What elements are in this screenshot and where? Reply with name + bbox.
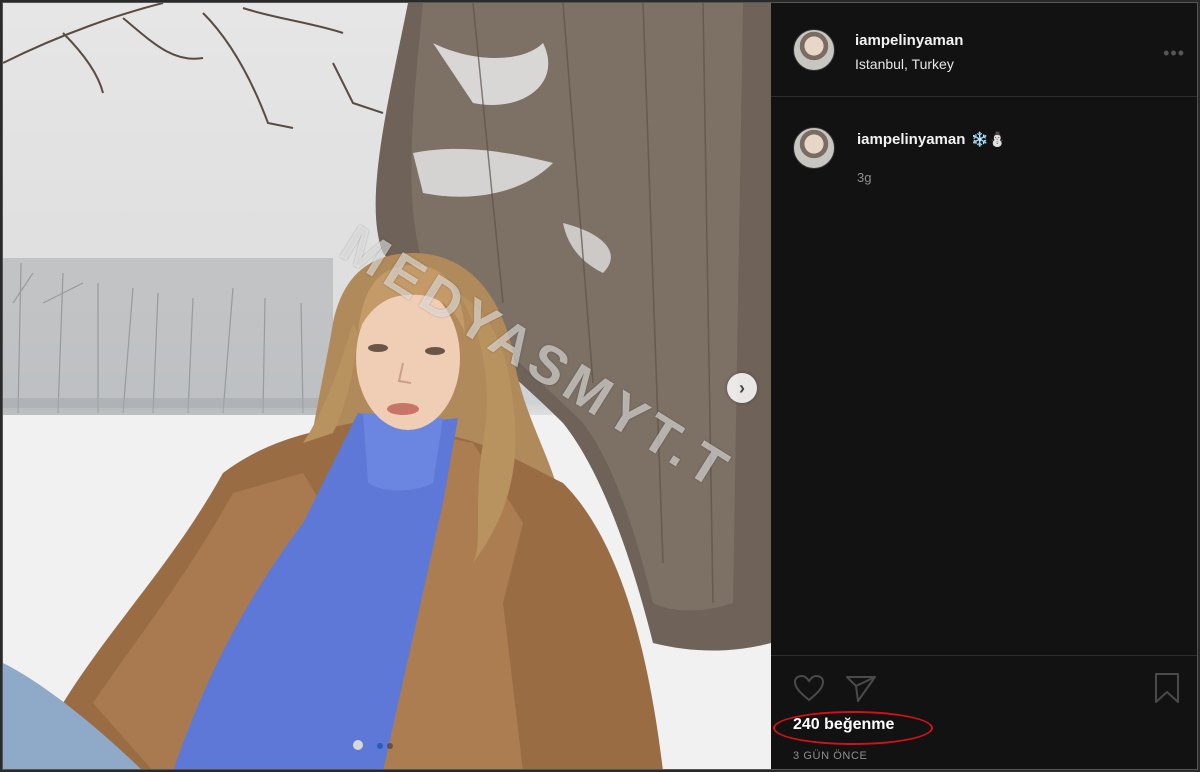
post-header: iampelinyaman Istanbul, Turkey •••: [771, 3, 1197, 97]
caption-emojis: ❄️⛄: [971, 131, 1007, 147]
caption-username[interactable]: iampelinyaman: [857, 131, 965, 148]
bookmark-icon[interactable]: [1153, 672, 1181, 709]
caption-avatar[interactable]: [793, 127, 835, 169]
chevron-right-icon[interactable]: ›: [727, 373, 757, 403]
post-side-panel: iampelinyaman Istanbul, Turkey ••• iampe…: [771, 3, 1197, 769]
photo-illustration: [3, 3, 771, 769]
caption-timestamp: 3g: [857, 170, 872, 185]
carousel-dot-active: [377, 743, 383, 749]
header-location[interactable]: Istanbul, Turkey: [855, 56, 954, 72]
carousel-dot: [387, 743, 393, 749]
caption-username-row: iampelinyaman ❄️⛄: [857, 131, 1006, 148]
heart-icon[interactable]: [793, 674, 825, 707]
post-actions: 240 beğenme 3 GÜN ÖNCE: [771, 655, 1197, 769]
more-options-icon[interactable]: •••: [1163, 43, 1185, 64]
header-username[interactable]: iampelinyaman: [855, 32, 963, 49]
post-photo[interactable]: MEDYASMYT.T ›: [3, 3, 771, 769]
paper-plane-icon[interactable]: [845, 674, 877, 707]
likes-count[interactable]: 240 beğenme: [793, 716, 894, 734]
post-time-ago[interactable]: 3 GÜN ÖNCE: [793, 750, 867, 762]
post-modal: MEDYASMYT.T › iampelinyaman Istanbul, Tu…: [2, 2, 1198, 770]
carousel-indicator: [377, 743, 393, 749]
avatar[interactable]: [793, 29, 835, 71]
